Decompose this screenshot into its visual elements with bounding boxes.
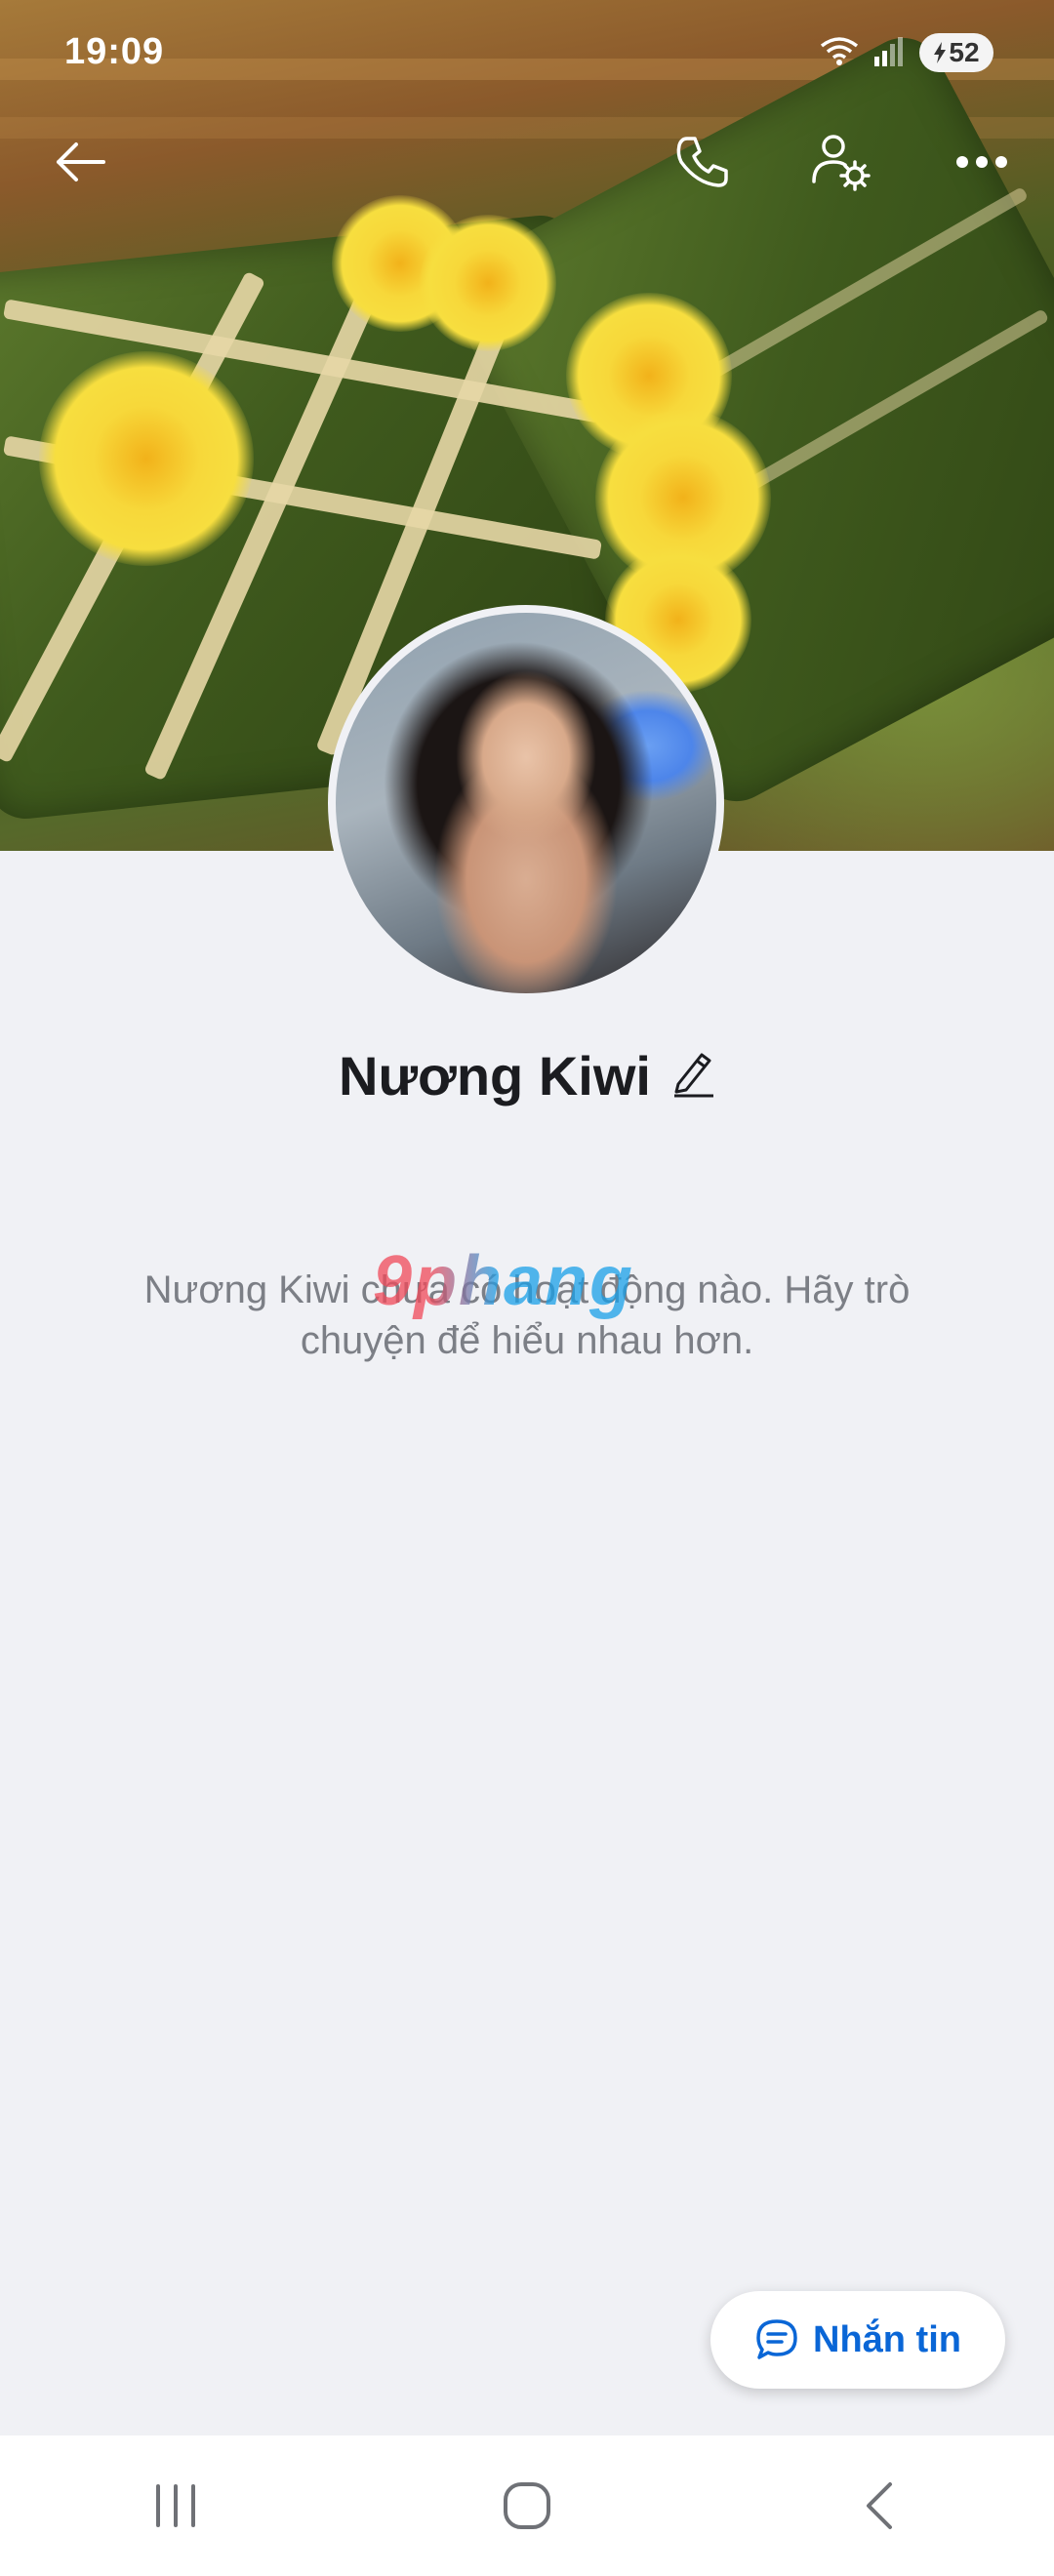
battery-icon: 52 xyxy=(919,33,993,72)
name-row: Nương Kiwi xyxy=(0,1044,1054,1107)
signal-icon xyxy=(874,35,904,71)
edit-name-button[interactable] xyxy=(672,1049,715,1103)
arrow-left-icon xyxy=(57,142,105,181)
status-icons: 52 xyxy=(820,33,993,72)
chat-bubble-icon xyxy=(756,2319,797,2359)
call-button[interactable] xyxy=(664,123,742,201)
more-icon xyxy=(956,156,1007,168)
message-button-label: Nhắn tin xyxy=(813,2318,961,2360)
profile-screen: 19:09 52 Nương Kiwi Nương Kiwi động nào.… xyxy=(0,0,1054,2576)
message-button[interactable]: Nhắn tin xyxy=(710,2291,1005,2389)
home-button[interactable] xyxy=(468,2447,586,2564)
status-bar: 19:09 52 xyxy=(0,0,1054,107)
recent-apps-icon xyxy=(156,2484,195,2527)
system-nav-bar xyxy=(0,2435,1054,2576)
avatar[interactable] xyxy=(328,605,724,1001)
battery-level: 52 xyxy=(949,37,980,67)
pencil-icon xyxy=(673,1053,713,1098)
back-icon xyxy=(867,2482,892,2529)
wifi-icon xyxy=(820,34,859,72)
status-time: 19:09 xyxy=(64,31,165,72)
profile-name: Nương Kiwi xyxy=(339,1045,651,1107)
watermark-logo: 9phang xyxy=(373,1242,635,1320)
home-icon xyxy=(504,2482,550,2529)
recent-apps-button[interactable] xyxy=(117,2447,234,2564)
more-button[interactable] xyxy=(943,123,1021,201)
phone-icon xyxy=(676,137,728,187)
profile-settings-button[interactable] xyxy=(802,123,880,201)
back-button[interactable] xyxy=(41,123,119,201)
user-settings-icon xyxy=(812,135,871,191)
system-back-button[interactable] xyxy=(820,2447,937,2564)
